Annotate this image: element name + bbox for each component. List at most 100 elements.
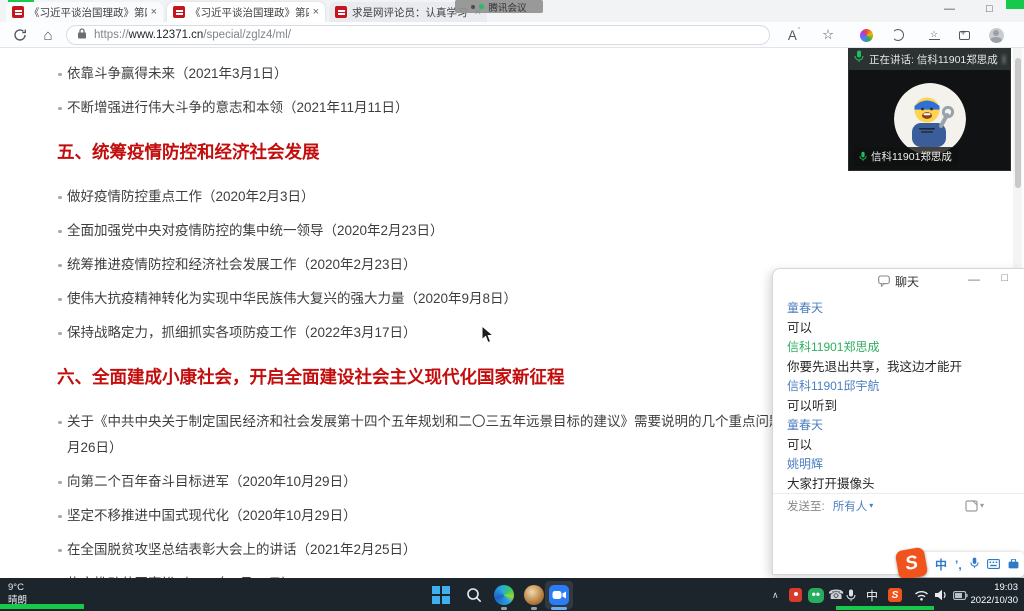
ime-punctuation[interactable]: ’, [955, 558, 962, 572]
chat-message-text: 可以 [787, 320, 1024, 336]
dropdown-caret-icon[interactable]: ▾ [869, 501, 873, 510]
url-text: https://www.12371.cn/special/zglz4/ml/ [94, 29, 291, 41]
chat-title: 聊天 [895, 273, 919, 290]
ime-mic-icon[interactable] [970, 556, 979, 574]
home-icon[interactable]: ⌂ [38, 25, 58, 45]
page-scrollbar-thumb[interactable] [1015, 58, 1021, 188]
tray-battery-icon[interactable] [953, 586, 968, 604]
taskbar-meeting-icon-active[interactable] [545, 581, 573, 609]
meeting-active-indicator [551, 607, 567, 610]
chat-message-text: 大家打开摄像头 [787, 476, 1024, 492]
extension-pinwheel-icon[interactable] [856, 25, 876, 45]
meeting-chat-window: 聊天 — □ 童春天 可以 信科11901郑思成 你要先退出共享，我这边才能开 … [772, 268, 1024, 575]
start-button[interactable] [430, 584, 452, 606]
tab-title: 求是网评论员：认真学习《习 [352, 5, 471, 20]
url-host: www.12371.cn [129, 29, 204, 41]
tray-overflow-chevron[interactable]: ∧ [772, 586, 779, 604]
app-running-indicator [531, 607, 537, 610]
share-border-top-right [1006, 0, 1024, 9]
toc-item[interactable]: 全面加强党中央对疫情防控的集中统一领导（2020年2月23日） [57, 218, 1004, 244]
tray-wechat-icon[interactable] [808, 586, 824, 604]
browser-essentials-icon[interactable] [888, 25, 908, 45]
tab-favicon [335, 6, 347, 18]
send-to-dropdown[interactable]: 所有人 [833, 498, 868, 514]
chat-sender-name: 姚明辉 [787, 457, 1024, 472]
speaking-status-text: 正在讲话: 信科11901郑思成 [869, 52, 998, 67]
chat-maximize-button[interactable]: □ [1001, 272, 1008, 284]
address-bar[interactable]: https://www.12371.cn/special/zglz4/ml/ [66, 25, 770, 45]
tray-volume-icon[interactable] [934, 586, 948, 604]
tab-close-button[interactable]: × [313, 6, 319, 18]
edge-running-indicator [501, 607, 507, 610]
browser-toolbar: ⌂ https://www.12371.cn/special/zglz4/ml/… [0, 22, 1024, 48]
tray-phone-icon[interactable]: ☎ [828, 586, 844, 604]
tray-sogou-icon[interactable]: S [888, 586, 902, 604]
taskbar-edge-icon[interactable] [493, 584, 515, 606]
camera-status-dot [479, 4, 484, 9]
tray-wifi-icon[interactable] [914, 586, 929, 604]
tray-mic-icon[interactable] [846, 586, 856, 604]
chat-message-text: 可以听到 [787, 398, 1024, 414]
ime-mode-chinese[interactable]: 中 [935, 556, 947, 573]
share-border-top-left [8, 0, 34, 2]
favorites-bar-icon[interactable]: ☆ [924, 25, 944, 45]
taskbar-clock[interactable]: 19:03 2022/10/30 [970, 582, 1018, 607]
tab-favicon [12, 6, 24, 18]
meeting-overlay-header[interactable]: 正在讲话: 信科11901郑思成 [848, 48, 1011, 70]
favorite-star-icon[interactable]: ☆ [818, 25, 838, 45]
sogou-ime-toolbar: S 中 ’, [908, 552, 1024, 577]
weather-temp: 9°C [8, 582, 27, 595]
blurred-label [1003, 55, 1005, 64]
chat-sender-name: 童春天 [787, 301, 1024, 316]
meeting-video-overlay: 正在讲话: 信科11901郑思成 信科11901郑思成 [848, 48, 1011, 171]
sogou-logo[interactable]: S [895, 547, 929, 581]
participant-name: 信科11901郑思成 [871, 149, 952, 164]
chat-titlebar[interactable]: 聊天 — □ [773, 269, 1024, 293]
ime-toolbox-icon[interactable] [1008, 556, 1019, 574]
tencent-meeting-floating-bar[interactable]: 腾讯会议 [455, 0, 543, 13]
url-path: /special/zglz4/ml/ [203, 29, 291, 41]
profile-avatar[interactable] [986, 25, 1006, 45]
chat-message-list: 童春天 可以 信科11901郑思成 你要先退出共享，我这边才能开 信科11901… [773, 293, 1024, 492]
clock-time: 19:03 [970, 582, 1018, 595]
browser-tab-2-active[interactable]: 《习近平谈治国理政》第四卷目 × [167, 2, 325, 22]
window-maximize-button[interactable]: □ [986, 3, 993, 15]
speaking-mic-icon [854, 50, 864, 68]
collections-icon[interactable] [954, 25, 974, 45]
chat-send-to-bar: 发送至: 所有人 ▾ ▾ [773, 493, 1024, 517]
send-to-label: 发送至: [787, 498, 825, 514]
chat-minimize-button[interactable]: — [968, 272, 980, 286]
tray-red-app-icon[interactable] [789, 586, 802, 604]
taskbar-search-icon[interactable] [463, 584, 485, 606]
ime-keyboard-icon[interactable] [987, 556, 1000, 574]
screenshot-icon[interactable]: ▾ [965, 500, 984, 512]
chat-sender-name: 信科11901郑思成 [787, 340, 1024, 355]
toc-item[interactable]: 做好疫情防控重点工作（2020年2月3日） [57, 184, 1004, 210]
chat-bubble-icon [878, 275, 890, 287]
tab-title: 《习近平谈治国理政》第四卷目 [190, 5, 309, 20]
tab-close-button[interactable]: × [151, 6, 157, 18]
browser-tab-1[interactable]: 《习近平谈治国理政》第四卷_ × [6, 2, 163, 22]
mouse-cursor [481, 325, 494, 349]
mic-status-dot [471, 5, 475, 9]
taskbar-app-avatar-icon[interactable] [523, 584, 545, 606]
participant-mic-icon [859, 151, 867, 162]
window-minimize-button[interactable]: — [944, 3, 955, 15]
share-border-bottom-right [836, 606, 934, 610]
chat-sender-name: 信科11901邱宇航 [787, 379, 1024, 394]
clock-date: 2022/10/30 [970, 595, 1018, 608]
share-border-bottom-left [0, 604, 84, 609]
lock-icon [77, 28, 87, 42]
chat-sender-name: 童春天 [787, 418, 1024, 433]
tab-title: 《习近平谈治国理政》第四卷_ [29, 5, 147, 20]
tray-ime-mode[interactable]: 中 [866, 586, 878, 604]
toc-item[interactable]: 关于《中共中央关于制定国民经济和社会发展第十四个五年规划和二〇三五年远景目标的建… [57, 409, 857, 461]
read-aloud-icon[interactable]: Aˆ [784, 25, 804, 45]
meeting-floating-label: 腾讯会议 [488, 0, 526, 14]
participant-avatar [894, 83, 966, 155]
tab-favicon [173, 6, 185, 18]
participant-name-tag: 信科11901郑思成 [853, 147, 958, 166]
chat-message-text: 可以 [787, 437, 1024, 453]
refresh-icon[interactable] [10, 25, 30, 45]
chat-message-text: 你要先退出共享，我这边才能开 [787, 359, 1024, 375]
